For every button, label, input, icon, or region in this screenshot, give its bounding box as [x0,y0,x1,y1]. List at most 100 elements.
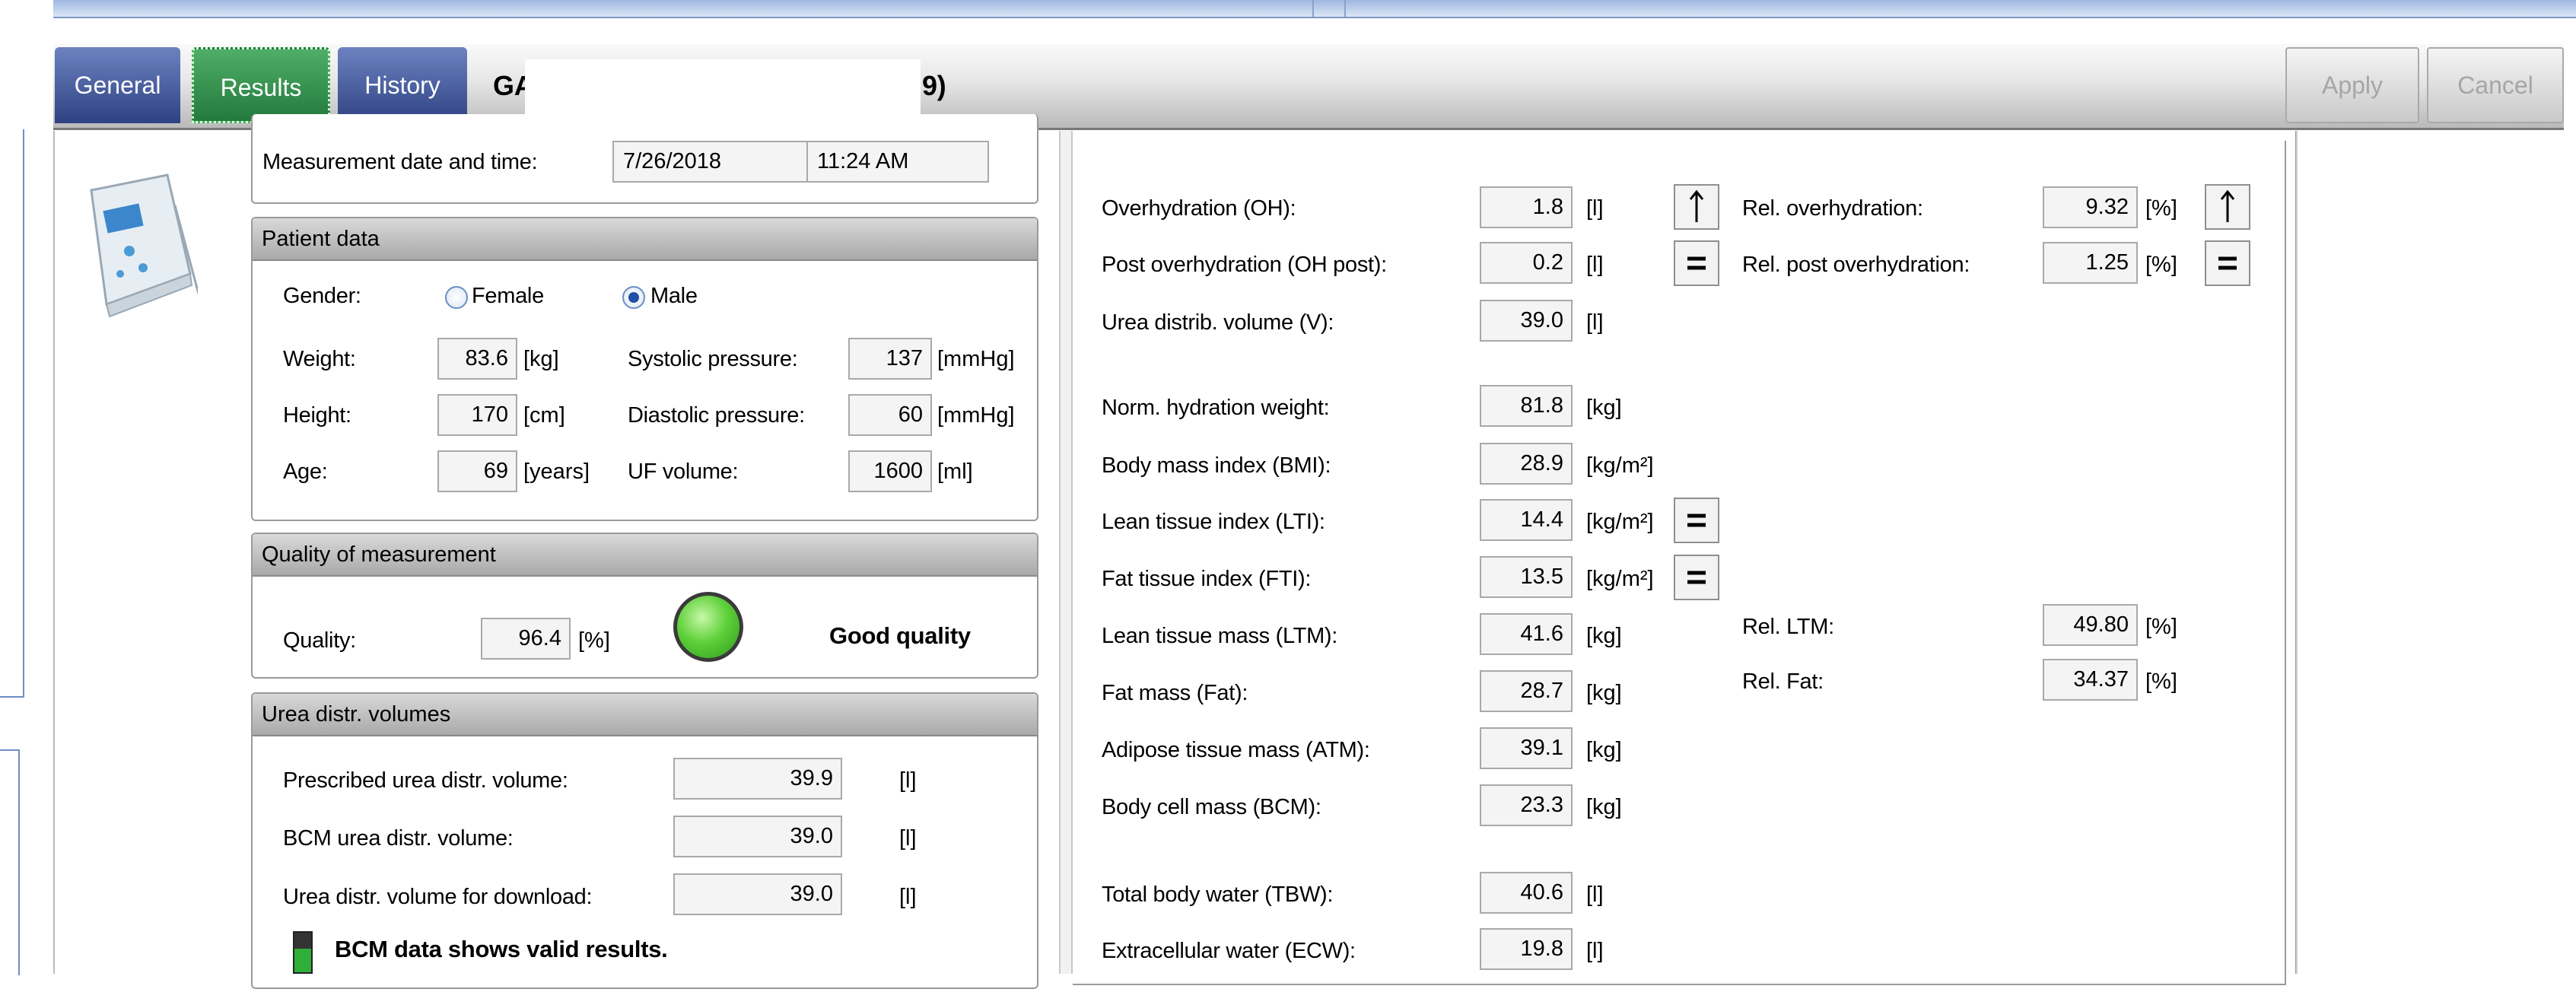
apply-button[interactable]: Apply [2285,47,2419,123]
male-label[interactable]: Male [650,284,698,309]
diastolic-field[interactable]: 60 [848,394,932,436]
fat-unit: [kg] [1586,681,1622,705]
tab-results[interactable]: Results [192,47,330,123]
quality-group: Quality of measurement [251,533,1038,679]
rel-oh-label: Rel. overhydration: [1742,196,1923,221]
valid-status-icon [293,931,313,974]
fti-field: 13.5 [1480,556,1573,598]
lti-field: 14.4 [1480,499,1573,541]
tbw-unit: [l] [1586,882,1604,907]
rel-fat-label: Rel. Fat: [1742,669,1824,694]
measurement-label: Measurement date and time: [262,150,538,174]
bmi-label: Body mass index (BMI): [1102,453,1331,478]
diastolic-label: Diastolic pressure: [628,403,805,428]
rel-ltm-label: Rel. LTM: [1742,615,1834,639]
oh-post-field: 0.2 [1480,242,1573,284]
tbw-field: 40.6 [1480,872,1573,914]
cancel-button[interactable]: Cancel [2427,47,2564,123]
lti-equals-icon [1674,498,1719,543]
left-frame-lower [0,749,20,975]
rel-oh-unit: [%] [2145,196,2177,221]
diastolic-unit: [mmHg] [937,403,1015,428]
lti-label: Lean tissue index (LTI): [1102,510,1325,534]
bmi-field: 28.9 [1480,443,1573,485]
rel-oh-field: 9.32 [2043,186,2138,228]
weight-field[interactable]: 83.6 [437,338,517,380]
male-radio[interactable] [622,286,645,309]
height-label: Height: [283,403,351,428]
nhw-label: Norm. hydration weight: [1102,396,1330,420]
top-divider [1312,0,1346,17]
quality-field[interactable]: 96.4 [481,618,571,660]
bcm-urea-unit: [l] [899,826,917,851]
systolic-field[interactable]: 137 [848,338,932,380]
tab-general[interactable]: General [55,47,180,123]
panel-divider [1059,131,1073,974]
patient-name-end: 9) [922,70,946,101]
age-label: Age: [283,460,328,484]
rel-fat-field: 34.37 [2043,659,2138,701]
atm-unit: [kg] [1586,738,1622,762]
oh-arrow-up-icon [1674,184,1719,230]
quality-title: Quality of measurement [253,534,1037,577]
weight-label: Weight: [283,347,356,371]
lti-unit: [kg/m²] [1586,510,1654,534]
oh-post-label: Post overhydration (OH post): [1102,253,1387,277]
quality-unit: [%] [578,628,610,653]
oh-field: 1.8 [1480,186,1573,228]
ltm-field: 41.6 [1480,613,1573,655]
tab-history[interactable]: History [338,47,467,123]
rel-oh-post-field: 1.25 [2043,242,2138,284]
ecw-unit: [l] [1586,939,1604,963]
fti-unit: [kg/m²] [1586,567,1654,591]
download-urea-label: Urea distr. volume for download: [283,885,593,909]
fat-field: 28.7 [1480,670,1573,712]
height-unit: [cm] [523,403,565,428]
age-unit: [years] [523,460,590,484]
download-urea-unit: [l] [899,885,917,909]
ecw-label: Extracellular water (ECW): [1102,939,1356,963]
bmi-unit: [kg/m²] [1586,453,1654,478]
uf-volume-label: UF volume: [628,460,739,484]
rel-ltm-unit: [%] [2145,615,2177,639]
right-blank-area [2296,131,2565,974]
prescribed-urea-field[interactable]: 39.9 [673,758,842,800]
v-label: Urea distrib. volume (V): [1102,310,1334,335]
age-field[interactable]: 69 [437,450,517,492]
ecw-field: 19.8 [1480,928,1573,970]
oh-unit: [l] [1586,196,1604,221]
atm-label: Adipose tissue mass (ATM): [1102,738,1370,762]
bcm-field: 23.3 [1480,784,1573,826]
bcm-unit: [kg] [1586,795,1622,819]
quality-label: Quality: [283,628,356,653]
bcm-urea-label: BCM urea distr. volume: [283,826,514,851]
uf-volume-field[interactable]: 1600 [848,450,932,492]
rel-oh-post-equals-icon [2205,240,2250,286]
quality-status-text: Good quality [829,622,971,649]
redaction-block [525,59,921,120]
rel-oh-post-label: Rel. post overhydration: [1742,253,1970,277]
patient-data-title: Patient data [253,218,1037,261]
gender-label: Gender: [283,284,361,308]
measurement-date-field[interactable]: 7/26/2018 [612,141,810,183]
ltm-unit: [kg] [1586,624,1622,648]
rel-ltm-field: 49.80 [2043,604,2138,646]
female-radio[interactable] [445,286,468,309]
prescribed-urea-unit: [l] [899,768,917,793]
tbw-label: Total body water (TBW): [1102,882,1334,907]
fti-equals-icon [1674,555,1719,600]
systolic-label: Systolic pressure: [628,347,798,371]
v-unit: [l] [1586,310,1604,335]
female-label[interactable]: Female [472,284,544,309]
rel-oh-arrow-up-icon [2205,184,2250,230]
rel-oh-post-unit: [%] [2145,253,2177,277]
measurement-time-field[interactable]: 11:24 AM [806,141,989,183]
height-field[interactable]: 170 [437,394,517,436]
ltm-label: Lean tissue mass (LTM): [1102,624,1338,648]
nhw-field: 81.8 [1480,385,1573,427]
bcm-label: Body cell mass (BCM): [1102,795,1321,819]
bcm-device-icon [61,160,207,327]
oh-label: Overhydration (OH): [1102,196,1296,221]
rel-fat-unit: [%] [2145,669,2177,694]
fat-label: Fat mass (Fat): [1102,681,1248,705]
